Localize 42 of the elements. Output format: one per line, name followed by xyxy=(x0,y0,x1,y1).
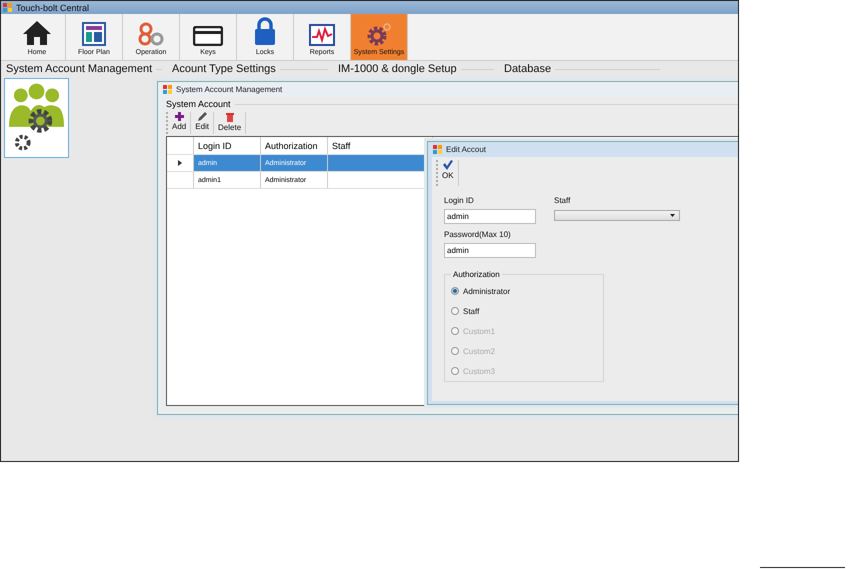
house-icon xyxy=(22,20,52,46)
group-title: Authorization xyxy=(452,270,501,279)
login-id-field[interactable]: admin xyxy=(444,209,536,224)
radio-option[interactable]: Administrator xyxy=(451,281,597,301)
field-label: Staff xyxy=(554,196,572,206)
radio-button[interactable] xyxy=(451,287,459,295)
gear-icon xyxy=(365,22,393,46)
field-label: Password(Max 10) xyxy=(444,230,512,240)
dropdown-arrow-icon xyxy=(670,214,675,217)
column-header[interactable]: Login ID xyxy=(194,137,261,154)
group-title: System Account xyxy=(166,99,231,109)
window-icon xyxy=(433,145,442,154)
chart-icon xyxy=(309,24,335,46)
column-header[interactable]: Authorization xyxy=(261,137,328,154)
password-field[interactable]: admin xyxy=(444,243,536,258)
window-title: Edit Accout xyxy=(446,145,486,154)
section-title[interactable]: System Account Management xyxy=(6,63,152,75)
window-icon xyxy=(163,85,172,94)
toolbar-button[interactable]: Edit xyxy=(191,112,214,134)
section-title[interactable]: Acount Type Settings xyxy=(172,63,276,75)
floor-plan-icon xyxy=(82,22,106,46)
window-title: System Account Management xyxy=(176,85,282,94)
field-label: Login ID xyxy=(444,196,475,206)
window-title: Touch-bolt Central xyxy=(16,2,90,12)
gears-icon xyxy=(137,22,165,46)
trash-icon xyxy=(226,112,234,122)
checkmark-icon xyxy=(442,160,453,170)
pencil-icon xyxy=(198,112,207,121)
plus-icon xyxy=(174,112,184,121)
account-management-tile[interactable] xyxy=(4,78,69,158)
radio-option[interactable]: Staff xyxy=(451,301,597,321)
staff-dropdown[interactable] xyxy=(554,210,680,221)
toolbar-button[interactable]: Delete xyxy=(214,112,246,134)
toolbar-button[interactable]: Add xyxy=(168,112,192,134)
section-title[interactable]: Database xyxy=(504,63,552,75)
row-pointer-icon xyxy=(178,160,182,166)
ok-button[interactable]: OK xyxy=(438,160,459,186)
card-icon xyxy=(193,26,223,46)
lock-icon xyxy=(253,16,277,46)
app-icon xyxy=(3,3,12,12)
radio-button[interactable] xyxy=(451,307,459,315)
section-title[interactable]: IM-1000 & dongle Setup xyxy=(338,63,457,75)
